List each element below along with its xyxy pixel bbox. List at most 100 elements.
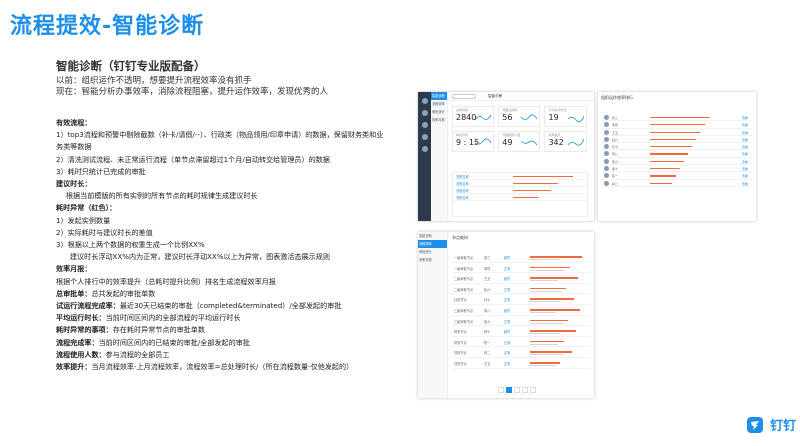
side-menu-item[interactable]: 效率月报 — [418, 256, 447, 264]
users-definition: 流程使用人数：参与流程的全部员工 — [56, 349, 426, 361]
table-row[interactable]: 陈一 查看 — [602, 172, 752, 180]
node-status: 正常 — [504, 287, 511, 292]
node-owner: 吴九 — [484, 319, 491, 324]
stat-card[interactable]: 流程完成率 56 — [498, 106, 541, 127]
node-name: 二级审批节点 — [454, 277, 474, 282]
person-name: 张三 — [612, 116, 619, 120]
table-row[interactable]: 流程名称 — [453, 180, 587, 187]
table-row[interactable]: 郑十 查看 — [602, 165, 752, 173]
table-row[interactable]: 林二 查看 — [602, 180, 752, 187]
avg-label: 平均运行时长： — [56, 313, 106, 323]
table-row[interactable]: 三级审批节点 吴九 正常 — [452, 316, 590, 327]
abnormal-heading: 耗时异常（红色）： — [56, 203, 117, 213]
dingtalk-icon — [747, 416, 763, 433]
page-prev-button[interactable] — [498, 387, 504, 393]
topbar-title: 智能诊断 — [488, 94, 503, 98]
table-row[interactable]: 流程名称 — [453, 194, 587, 201]
stat-card[interactable]: 流程使用人数 49 — [498, 131, 541, 152]
side-menu-item[interactable]: 效率月报 — [431, 116, 447, 124]
abnormal-item-2: 2）实际耗时与建议时长的差值 — [56, 227, 153, 237]
stat-value: 19 — [548, 113, 559, 122]
table-row[interactable]: 财务节点 陈一 正常 — [452, 337, 590, 348]
stat-value: 56 — [502, 113, 513, 122]
page-button[interactable] — [514, 387, 520, 393]
table-row[interactable]: 财务节点 郑十 超时 — [452, 326, 590, 337]
table-row[interactable]: 流程名称 — [453, 173, 587, 180]
node-status: 正常 — [504, 361, 511, 366]
avatar — [604, 129, 609, 135]
view-link[interactable]: 查看 — [742, 123, 748, 127]
avatar — [604, 151, 609, 157]
table-row[interactable]: 三级审批节点 周八 超时 — [452, 305, 590, 316]
stat-card[interactable]: 总审批单 2840 — [452, 106, 495, 127]
view-link[interactable]: 查看 — [742, 160, 748, 164]
logo-text: 钉钉 — [770, 419, 797, 434]
person-name: 周八 — [612, 152, 619, 157]
ranking-screenshot: 组织运作效率排行 张三 查看 李四 查看 王五 查看 赵六 查看 孙七 查看 周八 查看 吴… — [598, 92, 756, 221]
table-row[interactable]: 赵六 查看 — [602, 136, 752, 144]
sparkline-icon — [567, 115, 584, 122]
table-row[interactable]: 流程名称 — [453, 187, 587, 194]
table-row[interactable]: 二级审批节点 赵六 正常 — [452, 284, 590, 295]
table-row[interactable]: 李四 查看 — [602, 121, 752, 129]
table-row[interactable]: 张三 查看 — [602, 114, 752, 122]
view-link[interactable]: 查看 — [742, 116, 748, 120]
side-menu-item[interactable]: 流程效率 — [431, 100, 447, 108]
table-row[interactable]: 周八 查看 — [602, 150, 752, 158]
side-menu-item[interactable]: 审批统计 — [418, 248, 447, 256]
definitions-text: 有效流程： 1）top3流程和预警中剔除截数（补卡/请假/--）、行政类（物品领… — [56, 117, 426, 373]
efficiency-item-1: 1）top3流程和预警中剔除截数（补卡/请假/--）、行政类（物品领用/印章申请… — [56, 130, 384, 140]
stat-card[interactable]: 耗时异常 9 : 15 — [452, 131, 495, 152]
side-menu-item[interactable]: 智能诊断 — [431, 92, 447, 100]
users-text: 参与流程的全部员工 — [105, 349, 170, 359]
table-row[interactable]: 王五 查看 — [602, 129, 752, 136]
view-link[interactable]: 查看 — [742, 138, 748, 142]
view-link[interactable]: 查看 — [742, 182, 748, 186]
person-name: 李四 — [612, 123, 619, 128]
side-menu-item[interactable]: 流程效率 — [418, 240, 447, 248]
table-row[interactable]: 一级审批节点 李四 正常 — [452, 263, 590, 274]
monthly-item-1: 根据个人排行中的效率提升（总耗时提升比例）排名生成流程效率月报 — [56, 276, 276, 286]
view-link[interactable]: 查看 — [742, 131, 748, 135]
table-row[interactable]: 抄送节点 孙七 正常 — [452, 294, 590, 305]
side-menu-item[interactable]: 智能诊断 — [418, 232, 447, 240]
view-link[interactable]: 查看 — [742, 152, 748, 156]
sparkline-icon — [521, 140, 538, 146]
intro-now: 现在：智能分析办事效率，消除流程阻塞，提升运作效率，发现优秀的人 — [56, 87, 329, 97]
process-list-panel: 流程名称 流程名称 流程名称 流程名称 — [452, 172, 588, 217]
efficiency-item-3: 3）耗时只统计已完成的审批 — [56, 166, 146, 176]
dingtalk-logo: 钉钉 — [747, 414, 796, 434]
table-row[interactable]: 吴九 查看 — [602, 158, 752, 166]
avatar — [604, 173, 609, 179]
table-row[interactable]: 归档节点 林二 正常 — [452, 347, 590, 358]
table-row[interactable]: 二级审批节点 王五 超时 — [452, 273, 590, 284]
node-name: 归档节点 — [454, 361, 467, 366]
total-text: 总共发起的审批单数 — [91, 288, 156, 298]
side-menu-item[interactable]: 审批统计 — [431, 108, 447, 116]
table-row[interactable]: 孙七 查看 — [602, 143, 752, 151]
org-selector[interactable] — [452, 94, 476, 99]
person-name: 陈一 — [612, 174, 619, 179]
node-status: 正常 — [504, 298, 511, 303]
view-link[interactable]: 查看 — [742, 174, 748, 178]
node-owner: 王五 — [484, 277, 491, 282]
page-next-button[interactable] — [530, 387, 536, 393]
slide-title: 流程提效-智能诊断 — [10, 14, 205, 39]
node-name: 抄送节点 — [454, 298, 467, 303]
person-name: 王五 — [612, 130, 619, 135]
table-row[interactable]: 一级审批节点 张三 超时 — [452, 252, 590, 263]
stat-card[interactable]: 平均运行时长 19 — [544, 106, 587, 127]
page-button[interactable] — [506, 387, 512, 393]
ranking-table: 张三 查看 李四 查看 王五 查看 赵六 查看 孙七 查看 周八 查看 吴九 查看 郑十 查看 … — [602, 114, 752, 187]
stat-card[interactable]: 效率提升 342 — [544, 131, 587, 152]
table-row[interactable]: 归档节点 王五 正常 — [452, 358, 590, 369]
view-link[interactable]: 查看 — [742, 145, 748, 149]
page-button[interactable] — [522, 387, 528, 393]
active-label: 试运行流程完成率： — [56, 301, 120, 311]
node-status: 正常 — [504, 340, 511, 345]
view-link[interactable]: 查看 — [742, 167, 748, 171]
abn-count-text: 存在耗时异常节点的审批单数 — [112, 325, 205, 335]
node-table: 一级审批节点 张三 超时 一级审批节点 李四 正常 二级审批节点 王五 超时 二级审批节点赵… — [452, 252, 590, 369]
avatar — [604, 180, 609, 186]
stat-label: 总审批单 — [456, 108, 469, 112]
